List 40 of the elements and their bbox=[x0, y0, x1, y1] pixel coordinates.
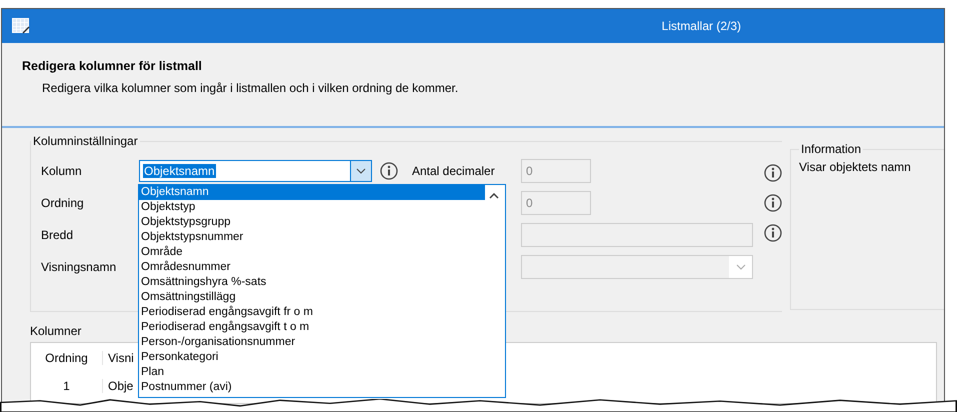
info-icon[interactable] bbox=[380, 162, 398, 180]
column-header[interactable]: Ordning bbox=[31, 351, 103, 365]
scroll-up-icon[interactable] bbox=[489, 193, 499, 199]
grid-icon bbox=[12, 18, 30, 34]
table-cell-text: Obje bbox=[107, 379, 134, 393]
dropdown-item[interactable]: Objektstypsgrupp bbox=[139, 215, 485, 230]
field-label: Ordning bbox=[41, 196, 85, 210]
dropdown-item[interactable]: Omsättningshyra %-sats bbox=[139, 275, 485, 290]
dropdown-item[interactable]: Område bbox=[139, 245, 485, 260]
page-description: Redigera vilka kolumner som ingår i listmallen och i vilken ordning de kommer. bbox=[42, 81, 460, 95]
column-dropdown[interactable]: Objektsnamn bbox=[139, 160, 372, 182]
column-header[interactable]: Visni bbox=[103, 351, 137, 365]
info-icon[interactable] bbox=[764, 194, 782, 212]
dropdown-item[interactable]: Omsättningstillägg bbox=[139, 290, 485, 305]
info-icon[interactable] bbox=[764, 224, 782, 242]
dropdown-item[interactable]: Personkategori bbox=[139, 350, 485, 365]
dropdown-item[interactable]: Objektstyp bbox=[139, 200, 485, 215]
dropdown-item[interactable]: Områdesnummer bbox=[139, 260, 485, 275]
dropdown-item[interactable]: Periodiserad engångsavgift t o m bbox=[139, 320, 485, 335]
window-title: Listmallar (2/3) bbox=[662, 19, 741, 33]
table-cell: 1 bbox=[31, 379, 103, 393]
field-label: Kolumn bbox=[41, 164, 83, 178]
selected-value: Objektsnamn bbox=[143, 164, 216, 178]
dropdown-item[interactable]: Periodiserad engångsavgift fr o m bbox=[139, 305, 485, 320]
dropdown-item[interactable]: Objektstypsnummer bbox=[139, 230, 485, 245]
field-label: Antal decimaler bbox=[412, 164, 496, 178]
dropdown-item[interactable]: Plan bbox=[139, 365, 485, 380]
field-label: Bredd bbox=[41, 228, 74, 242]
info-icon[interactable] bbox=[764, 164, 782, 182]
group-title: Kolumninställningar bbox=[32, 134, 139, 148]
dropdown-item[interactable]: Objektsnamn bbox=[139, 185, 485, 200]
dropdown-item[interactable]: Postnummer (avi) bbox=[139, 380, 485, 395]
chevron-down-icon bbox=[736, 264, 746, 270]
information-text: Visar objektets namn bbox=[799, 160, 912, 174]
field-label: Visningsnamn bbox=[41, 260, 118, 274]
section-title: Kolumner bbox=[30, 324, 82, 338]
group-title: Information bbox=[800, 142, 862, 156]
chevron-down-icon bbox=[356, 168, 366, 174]
dropdown-item[interactable]: Person-/organisationsnummer bbox=[139, 335, 485, 350]
page-heading: Redigera kolumner för listmall bbox=[22, 59, 203, 73]
